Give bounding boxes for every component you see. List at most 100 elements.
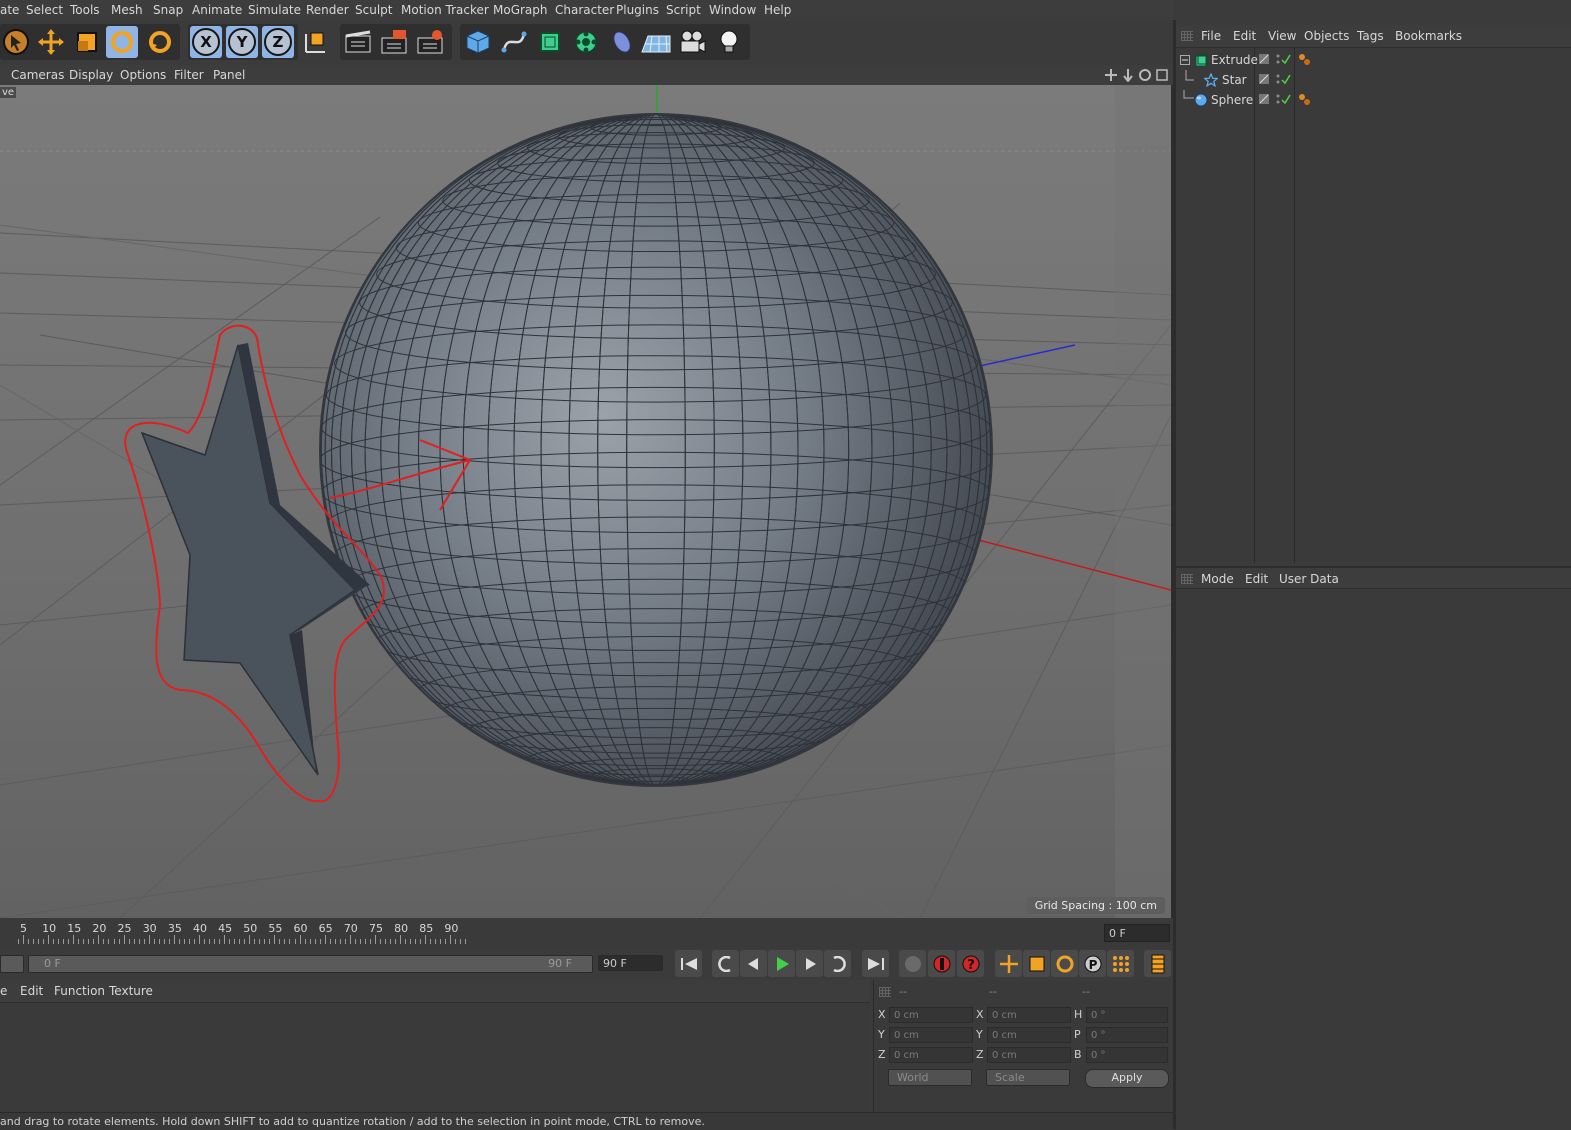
current-frame-field[interactable]: 0 F — [1104, 924, 1170, 942]
visibility-toggles[interactable] — [1258, 74, 1298, 86]
subdivision-icon[interactable] — [534, 26, 566, 58]
key-position-icon[interactable] — [995, 950, 1022, 977]
key-pla-icon[interactable] — [1107, 950, 1134, 977]
attribute-menu-mode[interactable]: Mode — [1201, 572, 1234, 586]
object-menu-file[interactable]: File — [1201, 29, 1221, 43]
size-mode-dropdown[interactable]: Scale — [986, 1069, 1070, 1086]
object-name-extrude[interactable]: Extrude — [1211, 53, 1258, 67]
material-menu-create[interactable]: e — [0, 984, 7, 998]
x-axis-icon[interactable]: X — [190, 26, 222, 58]
next-frame-icon[interactable] — [796, 950, 823, 977]
menu-simulate[interactable]: Simulate — [248, 3, 301, 17]
size-z-field[interactable]: 0 cm — [987, 1047, 1071, 1063]
visibility-toggles[interactable] — [1258, 94, 1298, 106]
record-disabled-icon[interactable] — [899, 950, 926, 977]
viewport-menu-cameras[interactable]: Cameras — [11, 68, 64, 82]
coordinate-space-dropdown[interactable]: World — [888, 1069, 972, 1086]
frame-step-field[interactable] — [0, 955, 24, 973]
render-picture-viewer-icon[interactable] — [378, 26, 410, 58]
material-menu-texture[interactable]: Texture — [109, 984, 153, 998]
panel-gripper-icon[interactable] — [879, 987, 891, 997]
menu-render[interactable]: Render — [306, 3, 349, 17]
z-axis-icon[interactable]: Z — [262, 26, 294, 58]
viewport-menu-filter[interactable]: Filter — [174, 68, 204, 82]
timeline-window-icon[interactable] — [1144, 950, 1171, 977]
rot-h-field[interactable]: 0 ° — [1086, 1007, 1168, 1023]
attribute-menu-edit[interactable]: Edit — [1245, 572, 1268, 586]
y-axis-icon[interactable]: Y — [226, 26, 258, 58]
viewport-menu-panel[interactable]: Panel — [213, 68, 245, 82]
camera-icon[interactable] — [676, 26, 708, 58]
attribute-menu-user-data[interactable]: User Data — [1279, 572, 1339, 586]
object-row-sphere[interactable]: Sphere — [1176, 90, 1571, 110]
size-y-field[interactable]: 0 cm — [987, 1027, 1071, 1043]
pos-z-field[interactable]: 0 cm — [889, 1047, 973, 1063]
light-icon[interactable] — [713, 26, 745, 58]
go-to-end-icon[interactable] — [862, 950, 889, 977]
pos-y-field[interactable]: 0 cm — [889, 1027, 973, 1043]
spline-icon[interactable] — [498, 26, 530, 58]
keyframe-help-icon[interactable]: ? — [957, 950, 984, 977]
key-parameter-icon[interactable]: P — [1079, 950, 1106, 977]
coordinate-system-icon[interactable] — [299, 26, 331, 58]
object-menu-view[interactable]: View — [1268, 29, 1296, 43]
panel-gripper-icon[interactable] — [1181, 574, 1193, 584]
object-tree[interactable]: Extrude Star Sphere — [1176, 47, 1571, 563]
menu-help[interactable]: Help — [764, 3, 791, 17]
rotate-alt-icon[interactable] — [144, 26, 176, 58]
material-menu-function[interactable]: Function — [54, 984, 105, 998]
phong-tag-icon[interactable] — [1298, 93, 1312, 107]
material-manager-area[interactable] — [0, 1002, 870, 1113]
cube-icon[interactable] — [462, 26, 494, 58]
material-menu-edit[interactable]: Edit — [20, 984, 43, 998]
object-menu-tags[interactable]: Tags — [1357, 29, 1384, 43]
rot-p-field[interactable]: 0 ° — [1086, 1027, 1168, 1043]
play-icon[interactable] — [768, 950, 795, 977]
menu-character[interactable]: Character — [555, 3, 614, 17]
floor-icon[interactable] — [640, 26, 672, 58]
go-to-start-icon[interactable] — [675, 950, 702, 977]
menu-script[interactable]: Script — [666, 3, 701, 17]
menu-mesh[interactable]: Mesh — [111, 3, 143, 17]
menu-motion-tracker[interactable]: Motion Tracker — [401, 3, 489, 17]
object-menu-edit[interactable]: Edit — [1233, 29, 1256, 43]
object-menu-bookmarks[interactable]: Bookmarks — [1395, 29, 1462, 43]
object-row-star[interactable]: Star — [1176, 70, 1571, 90]
menu-plugins[interactable]: Plugins — [616, 3, 659, 17]
menu-mograph[interactable]: MoGraph — [493, 3, 548, 17]
end-frame-field[interactable]: 90 F — [598, 955, 663, 971]
autokey-record-icon[interactable] — [928, 950, 955, 977]
menu-select[interactable]: Select — [26, 3, 63, 17]
size-x-field[interactable]: 0 cm — [987, 1007, 1071, 1023]
3d-viewport[interactable]: ve Grid Spacing : 100 cm — [0, 85, 1173, 918]
next-key-icon[interactable] — [824, 950, 851, 977]
menu-create[interactable]: ate — [0, 3, 19, 17]
move-icon[interactable] — [35, 26, 67, 58]
menu-tools[interactable]: Tools — [70, 3, 100, 17]
render-view-icon[interactable] — [342, 26, 374, 58]
key-rotation-icon[interactable] — [1051, 950, 1078, 977]
scale-icon[interactable] — [71, 26, 103, 58]
visibility-toggles[interactable] — [1258, 54, 1298, 66]
menu-snap[interactable]: Snap — [153, 3, 183, 17]
menu-window[interactable]: Window — [709, 3, 756, 17]
cloner-icon[interactable] — [570, 26, 602, 58]
timeline-ruler[interactable]: 5 10 15 20 25 30 35 40 45 50 55 60 65 70 75 80 85 90 — [0, 918, 1173, 948]
rotate-icon[interactable] — [106, 26, 138, 58]
pos-x-field[interactable]: 0 cm — [889, 1007, 973, 1023]
deformer-icon[interactable] — [606, 26, 638, 58]
panel-gripper-icon[interactable] — [1181, 31, 1193, 41]
object-menu-objects[interactable]: Objects — [1304, 29, 1349, 43]
object-name-star[interactable]: Star — [1222, 73, 1247, 87]
render-settings-icon[interactable] — [414, 26, 446, 58]
phong-tag-icon[interactable] — [1298, 53, 1312, 67]
move-cursor-icon[interactable] — [0, 26, 32, 58]
object-name-sphere[interactable]: Sphere — [1211, 93, 1253, 107]
previous-frame-icon[interactable] — [740, 950, 767, 977]
rot-b-field[interactable]: 0 ° — [1086, 1047, 1168, 1063]
menu-sculpt[interactable]: Sculpt — [355, 3, 392, 17]
key-scale-icon[interactable] — [1023, 950, 1050, 977]
previous-key-icon[interactable] — [712, 950, 739, 977]
object-row-extrude[interactable]: Extrude — [1176, 50, 1571, 70]
viewport-menu-options[interactable]: Options — [120, 68, 166, 82]
